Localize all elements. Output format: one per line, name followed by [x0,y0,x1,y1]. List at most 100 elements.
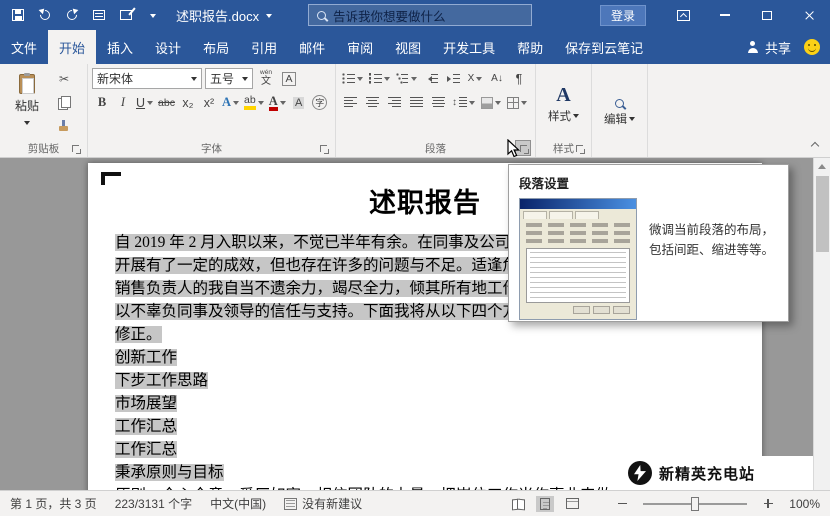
text-effects-button[interactable]: A [220,92,241,113]
print-layout-button[interactable] [536,495,554,512]
asian-layout-button[interactable]: X [465,68,485,89]
read-mode-button[interactable] [509,496,527,512]
save-button[interactable] [10,8,25,23]
doc-line[interactable]: 下步工作思路 [115,369,762,392]
clipboard-dialog-launcher[interactable] [68,141,82,155]
scroll-up-button[interactable] [814,158,830,174]
font-dialog-launcher[interactable] [316,141,330,155]
show-formatting-marks-button[interactable]: ¶ [509,68,529,89]
draw-mode-button[interactable] [118,8,133,23]
increase-indent-button[interactable] [443,68,463,89]
bold-button[interactable]: B [92,92,112,113]
minimize-button[interactable] [704,0,746,30]
vertical-scrollbar[interactable] [813,158,830,490]
page-indicator[interactable]: 第 1 页，共 3 页 [10,495,97,512]
tab-insert[interactable]: 插入 [96,30,144,64]
align-center-button[interactable] [362,92,382,113]
close-button[interactable] [788,0,830,30]
character-shading-button[interactable]: A [289,92,309,113]
align-left-button[interactable] [340,92,360,113]
word-count[interactable]: 223/3131 个字 [115,495,192,512]
zoom-level[interactable]: 100% [786,497,820,511]
borders-button[interactable] [505,92,529,113]
search-icon [317,10,326,20]
undo-button[interactable] [37,7,52,23]
font-group: 新宋体 五号 wén 文 A B I U abc x₂ x² A ab A A … [88,64,336,157]
highlight-color-button[interactable]: ab [242,92,266,113]
tab-mailings[interactable]: 邮件 [288,30,336,64]
justify-button[interactable] [406,92,426,113]
format-painter-button[interactable] [54,116,74,137]
styles-dialog-launcher[interactable] [572,141,586,155]
collapse-ribbon-button[interactable] [807,138,823,151]
font-name-combo[interactable]: 新宋体 [92,68,202,89]
underline-button[interactable]: U [134,92,155,113]
tab-help[interactable]: 帮助 [506,30,554,64]
margin-corner-mark [101,172,121,185]
chevron-down-icon [242,77,248,84]
chevron-down-icon [469,101,475,108]
doc-line[interactable]: 市场展望 [115,392,762,415]
maximize-button[interactable] [746,0,788,30]
numbering-button[interactable] [367,68,392,89]
print-preview-button[interactable] [91,8,106,23]
distributed-button[interactable] [428,92,448,113]
tab-view[interactable]: 视图 [384,30,432,64]
bullets-button[interactable] [340,68,365,89]
title-menu-caret-icon[interactable] [266,13,273,21]
enclose-characters-icon: 字 [312,95,328,110]
tab-developer[interactable]: 开发工具 [432,30,506,64]
doc-line[interactable]: 修正。 [115,323,762,346]
paste-button[interactable]: 粘贴 [4,68,50,134]
web-layout-button[interactable] [563,496,581,512]
tab-review[interactable]: 审阅 [336,30,384,64]
scrollbar-thumb[interactable] [816,176,829,252]
line-spacing-button[interactable]: ↕ [450,92,477,113]
zoom-out-button[interactable] [613,496,631,512]
superscript-button[interactable]: x² [199,92,219,113]
copy-button[interactable] [54,92,74,113]
share-button[interactable]: 共享 [747,38,791,57]
tab-layout[interactable]: 布局 [192,30,240,64]
zoom-slider-thumb[interactable] [691,496,699,511]
character-border-button[interactable]: A [279,68,299,89]
doc-line[interactable]: 工作汇总 [115,415,762,438]
multilevel-list-button[interactable] [394,68,419,89]
zoom-in-button[interactable] [759,496,777,512]
subscript-button[interactable]: x₂ [178,92,198,113]
styles-button[interactable]: A 样式 [540,68,587,140]
tell-me-search-box[interactable]: 告诉我你想要做什么 [308,4,532,26]
shading-button[interactable] [479,92,503,113]
decrease-indent-button[interactable] [421,68,441,89]
sign-in-button[interactable]: 登录 [599,4,646,26]
redo-button[interactable] [64,7,79,23]
font-size-combo[interactable]: 五号 [205,68,253,89]
editor-suggestions[interactable]: 没有新建议 [284,495,362,512]
enclose-characters-button[interactable]: 字 [310,92,330,113]
chevron-down-icon [411,77,417,84]
zoom-slider[interactable] [643,496,747,511]
italic-button[interactable]: I [113,92,133,113]
customize-quick-access-button[interactable] [145,8,160,23]
title-bar: 述职报告.docx 告诉我你想要做什么 登录 [0,0,830,30]
chevron-down-icon [233,101,239,108]
tab-home[interactable]: 开始 [48,30,97,64]
tab-references[interactable]: 引用 [240,30,288,64]
font-color-button[interactable]: A [267,92,288,113]
feedback-smiley-icon[interactable] [804,39,820,55]
language-indicator[interactable]: 中文(中国) [210,495,266,512]
tab-file[interactable]: 文件 [0,30,48,64]
cut-button[interactable]: ✂ [54,68,74,89]
search-placeholder: 告诉我你想要做什么 [333,9,446,24]
tab-design[interactable]: 设计 [144,30,192,64]
ribbon-display-options-button[interactable] [662,0,704,30]
editing-button[interactable]: 编辑 [596,68,643,157]
character-border-icon: A [282,71,296,86]
tab-cloud-notes[interactable]: 保存到云笔记 [554,30,654,64]
doc-line[interactable]: 创新工作 [115,346,762,369]
align-right-button[interactable] [384,92,404,113]
sort-button[interactable]: A↓ [487,68,507,89]
ribbon-display-options-icon [676,9,690,21]
phonetic-guide-button[interactable]: wén 文 [256,68,276,89]
strikethrough-button[interactable]: abc [156,92,177,113]
